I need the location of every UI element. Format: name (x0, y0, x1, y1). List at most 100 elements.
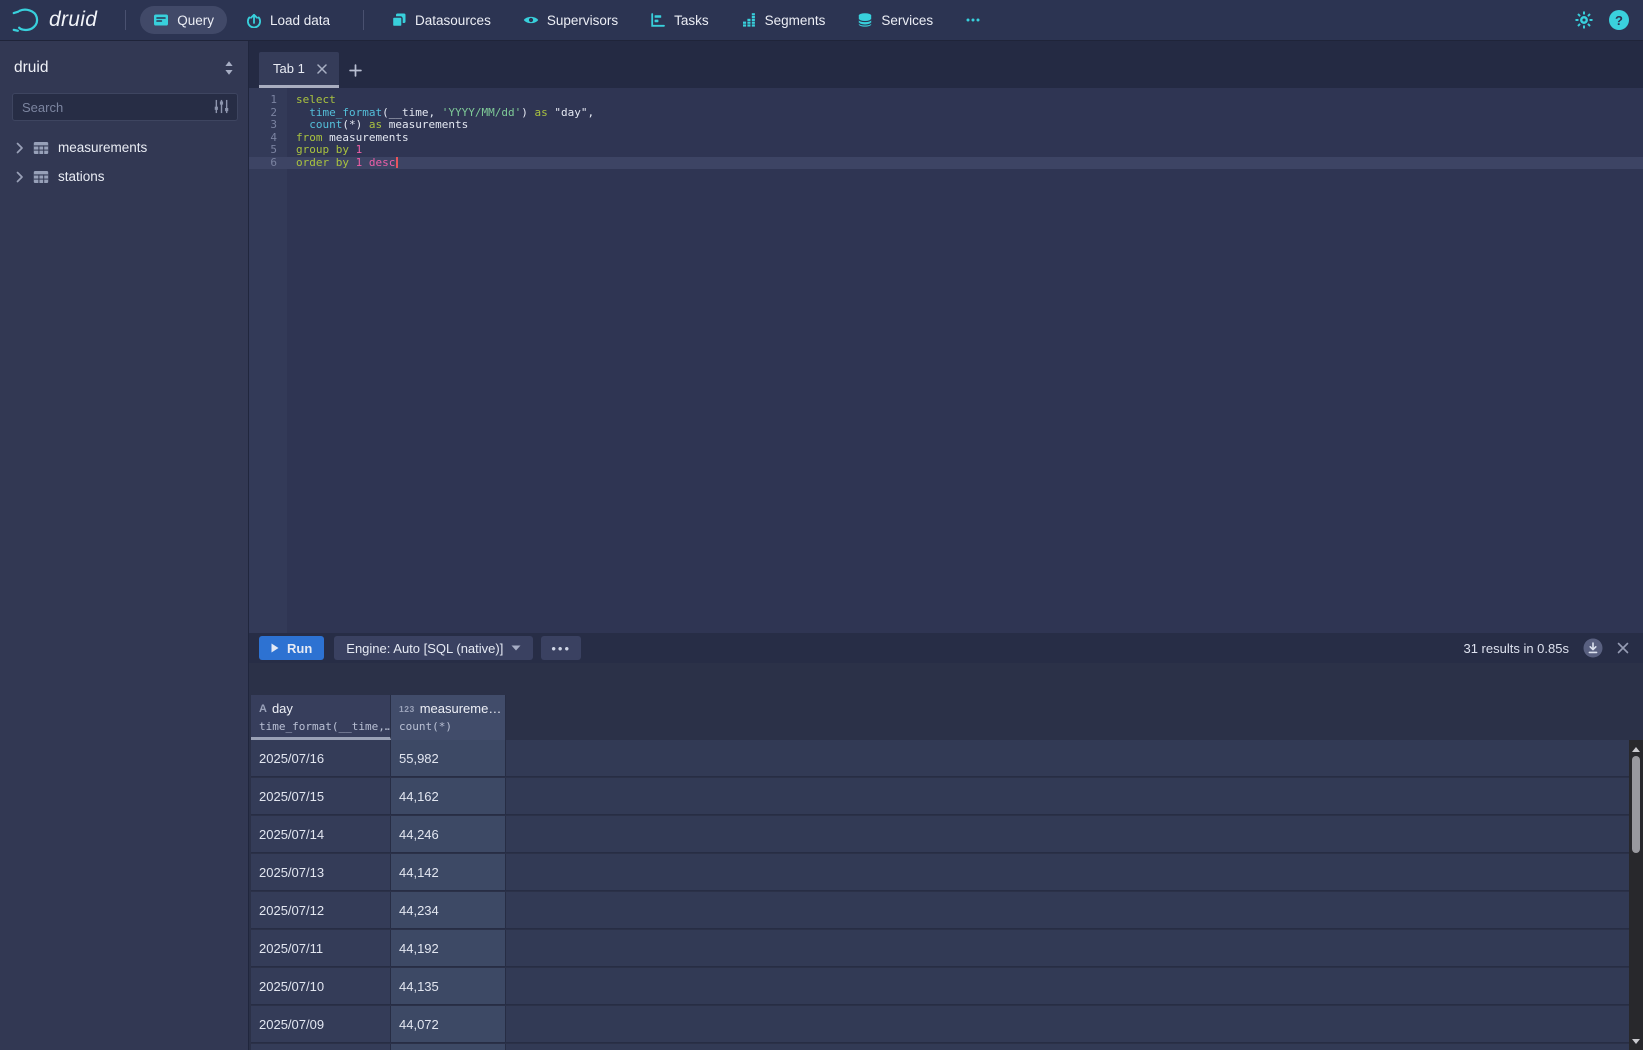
table-row: 2025/07/1544,162 (251, 778, 1643, 816)
nav-item-supervisors[interactable]: Supervisors (510, 6, 631, 34)
cell-day (251, 1044, 391, 1050)
chevron-right-icon (16, 142, 24, 154)
string-type-icon: A (259, 703, 267, 715)
druid-logo[interactable]: druid (10, 6, 97, 34)
nav-item-services[interactable]: Services (844, 6, 946, 34)
line-number: 1 (249, 94, 287, 107)
sql-editor[interactable]: 1select2 time_format(__time, 'YYYY/MM/dd… (249, 88, 1643, 633)
results-scrollbar[interactable] (1629, 740, 1643, 1050)
code-line-3[interactable]: 3 count(*) as measurements (249, 119, 1643, 132)
row-filler (506, 1006, 1643, 1043)
row-filler (506, 892, 1643, 929)
search-input[interactable] (12, 93, 238, 121)
code-line-6[interactable]: 6order by 1 desc (249, 157, 1643, 170)
results-table: 2025/07/1655,9822025/07/1544,1622025/07/… (251, 740, 1643, 1050)
more-icon (965, 12, 981, 28)
scroll-down-arrow[interactable] (1629, 1034, 1643, 1048)
datasource-sidebar: druid measurements stations (0, 41, 248, 1050)
cell-day[interactable]: 2025/07/14 (251, 816, 391, 853)
nav-item-label: Tasks (674, 13, 709, 28)
row-filler (506, 930, 1643, 967)
cell-measurements[interactable]: 44,162 (391, 778, 506, 815)
cell-measurements[interactable]: 55,982 (391, 740, 506, 777)
nav-item-segments[interactable]: Segments (728, 6, 839, 34)
code-line-5[interactable]: 5group by 1 (249, 144, 1643, 157)
table-row: 2025/07/1344,142 (251, 854, 1643, 892)
row-filler (506, 816, 1643, 853)
cell-day[interactable]: 2025/07/12 (251, 892, 391, 929)
datasources-icon (391, 12, 407, 28)
nav-item-more[interactable] (952, 6, 994, 34)
segments-icon (741, 12, 757, 28)
results-summary: 31 results in 0.85s (1463, 641, 1569, 656)
run-button[interactable]: Run (259, 636, 324, 660)
cell-day[interactable]: 2025/07/16 (251, 740, 391, 777)
druid-logo-icon (10, 6, 41, 34)
cell-day[interactable]: 2025/07/13 (251, 854, 391, 891)
table-row: 2025/07/1044,135 (251, 968, 1643, 1006)
cell-day[interactable]: 2025/07/10 (251, 968, 391, 1005)
close-results-icon[interactable] (1617, 642, 1629, 654)
nav-item-load-data[interactable]: Load data (233, 6, 343, 34)
line-number: 2 (249, 107, 287, 120)
tab-close-icon[interactable] (317, 64, 327, 74)
cell-day[interactable]: 2025/07/15 (251, 778, 391, 815)
line-number: 6 (249, 157, 287, 170)
tree-item-stations[interactable]: stations (12, 162, 238, 191)
column-header-day[interactable]: A day time_format(__time,… (251, 695, 391, 740)
navbar-items: Query Load data Datasources Supervisors Task… (140, 0, 1000, 40)
cell-measurements[interactable]: 44,072 (391, 1006, 506, 1043)
gear-icon[interactable] (1575, 11, 1593, 29)
nav-item-tasks[interactable]: Tasks (637, 6, 722, 34)
results-header: A day time_format(__time,… 123 measureme… (251, 695, 1643, 740)
nav-item-label: Datasources (415, 13, 491, 28)
cell-measurements[interactable]: 44,246 (391, 816, 506, 853)
number-type-icon: 123 (399, 704, 415, 714)
line-number: 3 (249, 119, 287, 132)
cell-day[interactable]: 2025/07/11 (251, 930, 391, 967)
column-name: day (272, 701, 293, 716)
play-icon (271, 643, 279, 653)
line-number: 4 (249, 132, 287, 145)
tab-label: Tab 1 (273, 61, 305, 76)
column-expression: count(*) (399, 720, 505, 733)
column-expression: time_format(__time,… (259, 720, 390, 733)
download-results-icon[interactable] (1583, 638, 1603, 658)
cell-measurements[interactable]: 44,234 (391, 892, 506, 929)
table-row: 2025/07/1444,246 (251, 816, 1643, 854)
navbar-divider (125, 10, 126, 30)
schema-picker[interactable]: druid (12, 55, 238, 81)
filter-sliders-icon[interactable] (213, 99, 230, 114)
query-more-button[interactable]: ••• (541, 636, 581, 660)
engine-select-button[interactable]: Engine: Auto [SQL (native)] (334, 636, 533, 660)
scrollbar-thumb[interactable] (1632, 756, 1640, 853)
datasource-tree: measurements stations (12, 133, 238, 191)
column-header-measurements[interactable]: 123 measureme… count(*) (391, 695, 506, 740)
plus-icon (349, 64, 362, 77)
scroll-up-arrow[interactable] (1629, 742, 1643, 756)
line-number-gutter (249, 88, 287, 633)
nav-item-datasources[interactable]: Datasources (378, 6, 504, 34)
help-icon[interactable]: ? (1609, 10, 1629, 30)
tree-item-measurements[interactable]: measurements (12, 133, 238, 162)
nav-item-query[interactable]: Query (140, 6, 227, 34)
table-row: 2025/07/1144,192 (251, 930, 1643, 968)
nav-item-label: Load data (270, 13, 330, 28)
table-row: 2025/07/1655,982 (251, 740, 1643, 778)
run-button-label: Run (287, 641, 312, 656)
query-tabbar: Tab 1 (249, 41, 1643, 88)
cell-day[interactable]: 2025/07/09 (251, 1006, 391, 1043)
cell-measurements[interactable]: 44,142 (391, 854, 506, 891)
new-tab-button[interactable] (339, 52, 373, 88)
tree-item-label: measurements (58, 140, 147, 155)
row-filler (506, 778, 1643, 815)
code-line-4[interactable]: 4from measurements (249, 132, 1643, 145)
cell-measurements[interactable]: 44,135 (391, 968, 506, 1005)
table-row-partial (251, 1044, 1643, 1050)
tab-query-1[interactable]: Tab 1 (259, 52, 339, 88)
table-row: 2025/07/1244,234 (251, 892, 1643, 930)
gantt-icon (650, 12, 666, 28)
cell-measurements[interactable]: 44,192 (391, 930, 506, 967)
tree-item-label: stations (58, 169, 105, 184)
row-filler (506, 854, 1643, 891)
